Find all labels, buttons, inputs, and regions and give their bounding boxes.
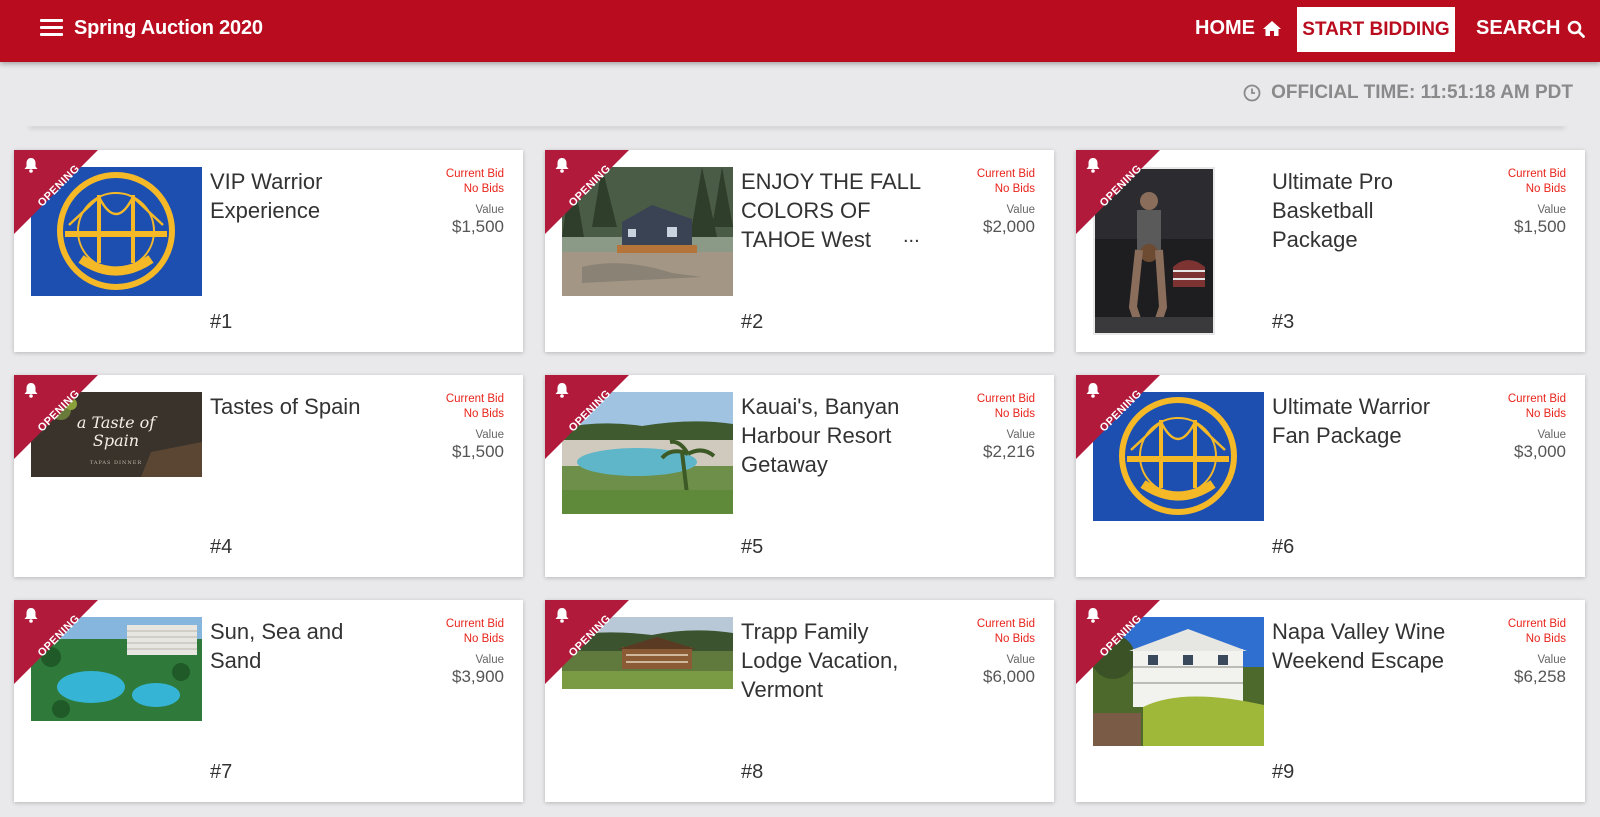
official-time-text: OFFICIAL TIME: 11:51:18 AM PDT [1271, 82, 1573, 103]
item-number: #2 [741, 311, 764, 333]
current-bid-value: No Bids [463, 633, 504, 645]
bell-icon [24, 383, 38, 398]
current-bid-value: No Bids [994, 633, 1035, 645]
image-caption: a Taste of Spain [76, 413, 156, 450]
value-label: Value [1537, 204, 1566, 216]
clock-icon [1243, 84, 1261, 102]
value-label: Value [475, 204, 504, 216]
value-amount: $1,500 [1514, 217, 1566, 236]
item-number: #3 [1272, 311, 1295, 333]
image-subcaption: TAPAS DINNER [89, 460, 143, 466]
auction-item-card[interactable]: OPENING ENJOY THE FALL COLORS OF TAHOE W… [545, 150, 1054, 352]
nav-search-link[interactable]: SEARCH [1476, 17, 1586, 40]
item-title[interactable]: Tastes of Spain [210, 392, 390, 421]
value-amount: $2,216 [983, 442, 1035, 461]
bell-icon [555, 608, 569, 623]
item-number: #5 [741, 536, 764, 558]
item-title[interactable]: Trapp Family Lodge Vacation, Vermont [741, 617, 921, 704]
nav-home-link[interactable]: HOME [1195, 17, 1282, 40]
value-amount: $1,500 [452, 217, 504, 236]
current-bid-label: Current Bid [445, 168, 504, 180]
item-title[interactable]: Sun, Sea and Sand [210, 617, 390, 675]
item-title[interactable]: Ultimate Warrior Fan Package [1272, 392, 1452, 450]
auction-item-card[interactable]: OPENING Sun, Sea and Sand Current Bid No… [14, 600, 523, 802]
title-ellipsis: ... [903, 225, 920, 247]
value-label: Value [1537, 654, 1566, 666]
current-bid-value: No Bids [1525, 183, 1566, 195]
current-bid-label: Current Bid [445, 393, 504, 405]
value-label: Value [475, 654, 504, 666]
item-title[interactable]: ENJOY THE FALL COLORS OF TAHOE West [741, 167, 921, 254]
bell-icon [1086, 158, 1100, 173]
bell-icon [555, 383, 569, 398]
home-icon [1263, 21, 1281, 36]
current-bid-value: No Bids [994, 183, 1035, 195]
current-bid-value: No Bids [1525, 408, 1566, 420]
bell-icon [1086, 383, 1100, 398]
start-bidding-button[interactable]: START BIDDING [1297, 7, 1455, 52]
current-bid-label: Current Bid [976, 168, 1035, 180]
auction-item-card[interactable]: OPENING a Taste of Spain TAPAS DINNER Ta… [14, 375, 523, 577]
official-time: OFFICIAL TIME: 11:51:18 AM PDT [1243, 82, 1573, 104]
item-number: #4 [210, 536, 233, 558]
current-bid-value: No Bids [994, 408, 1035, 420]
bell-icon [555, 158, 569, 173]
value-label: Value [1006, 654, 1035, 666]
value-label: Value [1537, 429, 1566, 441]
nav-search-label: SEARCH [1476, 17, 1561, 39]
auction-item-card[interactable]: OPENING Ultimate Pro Basketball Package … [1076, 150, 1585, 352]
app-title[interactable]: Spring Auction 2020 [74, 17, 263, 40]
value-amount: $6,000 [983, 667, 1035, 686]
nav-home-label: HOME [1195, 17, 1255, 39]
top-navbar: Spring Auction 2020 HOME START BIDDING S… [0, 0, 1600, 62]
item-number: #1 [210, 311, 233, 333]
item-number: #7 [210, 761, 233, 783]
auction-item-card[interactable]: OPENING Trapp Family Lodge Vacation, Ver… [545, 600, 1054, 802]
current-bid-label: Current Bid [1507, 393, 1566, 405]
item-title[interactable]: Kauai's, Banyan Harbour Resort Getaway [741, 392, 921, 479]
item-number: #6 [1272, 536, 1295, 558]
value-amount: $6,258 [1514, 667, 1566, 686]
current-bid-value: No Bids [463, 183, 504, 195]
current-bid-label: Current Bid [976, 393, 1035, 405]
search-icon [1568, 20, 1586, 38]
item-number: #8 [741, 761, 764, 783]
current-bid-label: Current Bid [1507, 618, 1566, 630]
current-bid-label: Current Bid [1507, 168, 1566, 180]
value-amount: $3,900 [452, 667, 504, 686]
current-bid-value: No Bids [463, 408, 504, 420]
auction-item-card[interactable]: OPENING Kauai's, Banyan Harbour Resort G… [545, 375, 1054, 577]
hamburger-menu-icon[interactable] [40, 19, 63, 39]
value-amount: $3,000 [1514, 442, 1566, 461]
item-title[interactable]: Ultimate Pro Basketball Package [1272, 167, 1452, 254]
item-number: #9 [1272, 761, 1295, 783]
auction-item-card[interactable]: OPENING Napa Valley Wine Weekend Escape … [1076, 600, 1585, 802]
value-amount: $1,500 [452, 442, 504, 461]
current-bid-label: Current Bid [976, 618, 1035, 630]
bell-icon [1086, 608, 1100, 623]
value-label: Value [1006, 204, 1035, 216]
bell-icon [24, 158, 38, 173]
item-title[interactable]: VIP Warrior Experience [210, 167, 390, 225]
value-label: Value [475, 429, 504, 441]
section-divider [27, 120, 1567, 126]
current-bid-label: Current Bid [445, 618, 504, 630]
bell-icon [24, 608, 38, 623]
value-amount: $2,000 [983, 217, 1035, 236]
value-label: Value [1006, 429, 1035, 441]
auction-item-card[interactable]: OPENING VIP Warrior Experience Current B… [14, 150, 523, 352]
item-title[interactable]: Napa Valley Wine Weekend Escape [1272, 617, 1452, 675]
auction-item-card[interactable]: OPENING Ultimate Warrior Fan Package Cur… [1076, 375, 1585, 577]
current-bid-value: No Bids [1525, 633, 1566, 645]
